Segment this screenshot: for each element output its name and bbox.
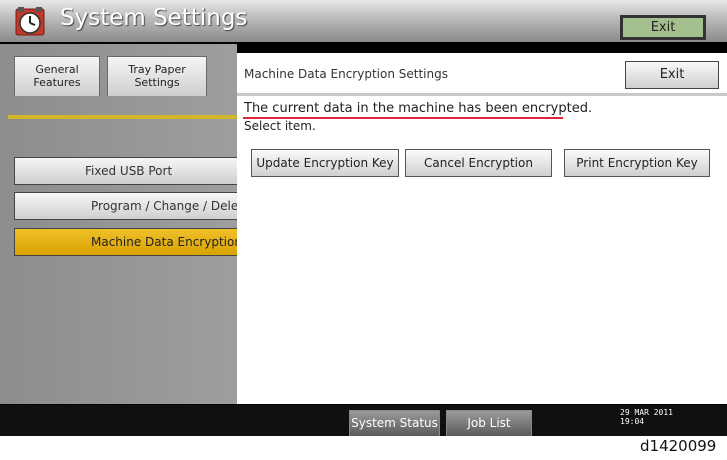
dialog-exit-button[interactable]: Exit bbox=[625, 61, 719, 89]
settings-clock-icon bbox=[15, 7, 45, 36]
cancel-encryption-button[interactable]: Cancel Encryption bbox=[405, 149, 552, 177]
instruction-text: Select item. bbox=[244, 119, 316, 133]
tab-label-line1: Tray Paper bbox=[128, 63, 186, 76]
tab-label-line1: General bbox=[35, 63, 79, 76]
time-text: 19:04 bbox=[620, 417, 645, 426]
system-status-button[interactable]: System Status bbox=[349, 410, 440, 436]
footer-bar: System Status Job List 29 MAR 2011 19:04 bbox=[0, 405, 727, 436]
print-encryption-key-button[interactable]: Print Encryption Key bbox=[564, 149, 710, 177]
tab-tray-paper-settings[interactable]: Tray Paper Settings bbox=[107, 56, 207, 96]
update-encryption-key-button[interactable]: Update Encryption Key bbox=[251, 149, 399, 177]
dialog-title: Machine Data Encryption Settings bbox=[244, 67, 448, 81]
tab-strip-underline bbox=[8, 115, 237, 119]
tab-label-line2: Features bbox=[33, 76, 81, 89]
tab-general-features[interactable]: General Features bbox=[14, 56, 100, 96]
fixed-usb-port-button[interactable]: Fixed USB Port bbox=[14, 157, 237, 185]
machine-data-encryption-button[interactable]: Machine Data Encryption bbox=[14, 228, 237, 256]
dialog-divider bbox=[237, 93, 727, 96]
program-change-delete-button[interactable]: Program / Change / Dele bbox=[14, 192, 237, 220]
date-time-display: 29 MAR 2011 19:04 bbox=[620, 408, 673, 426]
job-list-button[interactable]: Job List bbox=[446, 410, 532, 436]
date-text: 29 MAR 2011 bbox=[620, 408, 673, 417]
status-message: The current data in the machine has been… bbox=[244, 101, 593, 116]
tab-label-line2: Settings bbox=[134, 76, 180, 89]
device-screen: System Settings Exit General Features Tr… bbox=[0, 0, 727, 436]
settings-sidebar: General Features Tray Paper Settings Fix… bbox=[0, 44, 237, 404]
encryption-settings-dialog: Machine Data Encryption Settings Exit Th… bbox=[237, 53, 727, 404]
figure-caption: d1420099 bbox=[640, 437, 717, 455]
app-title: System Settings bbox=[60, 5, 248, 31]
header-exit-button[interactable]: Exit bbox=[620, 15, 706, 40]
header-bar: System Settings Exit bbox=[0, 0, 727, 42]
